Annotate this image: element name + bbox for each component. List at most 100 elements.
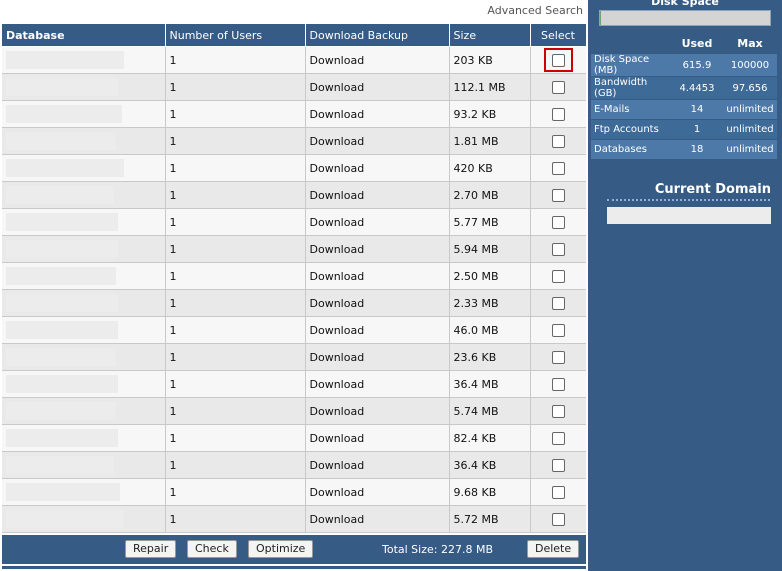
download-backup-link[interactable]: Download [305,289,450,317]
select-checkbox-wrapper[interactable] [545,454,572,476]
download-backup-link[interactable]: Download [305,46,450,74]
select-checkbox[interactable] [551,161,565,175]
download-link-label[interactable]: Download [310,162,365,175]
select-checkbox[interactable] [551,188,565,202]
stats-label: Bandwidth (GB) [591,76,671,100]
select-checkbox-wrapper[interactable] [545,346,572,368]
select-checkbox-wrapper[interactable] [545,427,572,449]
select-checkbox[interactable] [551,215,565,229]
select-cell [530,73,586,101]
redacted-database-name [6,429,118,447]
database-name-cell [2,505,166,533]
download-link-label[interactable]: Download [310,135,365,148]
select-checkbox[interactable] [551,107,565,121]
download-backup-link[interactable]: Download [305,100,450,128]
select-checkbox[interactable] [551,323,565,337]
download-link-label[interactable]: Download [310,270,365,283]
users-cell: 1 [165,235,306,263]
download-backup-link[interactable]: Download [305,154,450,182]
select-checkbox-wrapper[interactable] [545,400,572,422]
download-link-label[interactable]: Download [310,81,365,94]
select-checkbox-wrapper[interactable] [545,292,572,314]
select-cell [530,289,586,317]
download-backup-link[interactable]: Download [305,478,450,506]
download-link-label[interactable]: Download [310,486,365,499]
select-checkbox[interactable] [551,296,565,310]
select-checkbox-wrapper[interactable] [545,76,572,98]
stats-row: Ftp Accounts 1 unlimited [591,119,777,140]
check-button[interactable]: Check [187,540,237,558]
download-link-label[interactable]: Download [310,513,365,526]
select-checkbox[interactable] [551,350,565,364]
download-backup-link[interactable]: Download [305,316,450,344]
column-header-size[interactable]: Size [449,24,531,47]
select-checkbox[interactable] [551,431,565,445]
advanced-search-link[interactable]: Advanced Search [487,4,583,17]
select-checkbox[interactable] [551,53,565,67]
users-cell: 1 [165,46,306,74]
download-backup-link[interactable]: Download [305,397,450,425]
download-link-label[interactable]: Download [310,189,365,202]
redacted-database-name [6,159,124,177]
delete-button[interactable]: Delete [527,540,580,558]
select-checkbox-wrapper[interactable] [545,103,572,125]
redacted-database-name [6,240,118,258]
select-checkbox[interactable] [551,512,565,526]
select-checkbox-wrapper[interactable] [545,319,572,341]
optimize-button[interactable]: Optimize [248,540,314,558]
select-checkbox[interactable] [551,269,565,283]
select-checkbox-wrapper[interactable] [543,48,573,72]
download-backup-link[interactable]: Download [305,235,450,263]
download-backup-link[interactable]: Download [305,370,450,398]
select-checkbox[interactable] [551,485,565,499]
select-checkbox-wrapper[interactable] [545,265,572,287]
database-name-cell [2,235,166,263]
download-link-label[interactable]: Download [310,405,365,418]
database-name-cell [2,478,166,506]
download-backup-link[interactable]: Download [305,181,450,209]
select-checkbox-wrapper[interactable] [545,508,572,530]
download-link-label[interactable]: Download [310,108,365,121]
download-link-label[interactable]: Download [310,216,365,229]
download-link-label[interactable]: Download [310,459,365,472]
size-cell: 5.74 MB [449,397,531,425]
select-checkbox-wrapper[interactable] [545,373,572,395]
users-cell: 1 [165,154,306,182]
download-backup-link[interactable]: Download [305,343,450,371]
download-link-label[interactable]: Download [310,54,365,67]
column-header-users[interactable]: Number of Users [165,24,306,47]
download-backup-link[interactable]: Download [305,451,450,479]
select-checkbox[interactable] [551,458,565,472]
select-checkbox[interactable] [551,404,565,418]
stats-max: 100000 [723,54,777,77]
download-link-label[interactable]: Download [310,378,365,391]
select-checkbox-wrapper[interactable] [545,157,572,179]
download-backup-link[interactable]: Download [305,208,450,236]
select-checkbox-wrapper[interactable] [545,211,572,233]
select-checkbox-wrapper[interactable] [545,184,572,206]
column-header-database[interactable]: Database [2,24,166,47]
repair-button[interactable]: Repair [125,540,177,558]
download-link-label[interactable]: Download [310,297,365,310]
download-link-label[interactable]: Download [310,351,365,364]
download-link-label[interactable]: Download [310,432,365,445]
database-name-cell [2,370,166,398]
size-cell: 36.4 MB [449,370,531,398]
select-checkbox-wrapper[interactable] [545,238,572,260]
download-link-label[interactable]: Download [310,243,365,256]
download-backup-link[interactable]: Download [305,424,450,452]
download-backup-link[interactable]: Download [305,73,450,101]
select-checkbox[interactable] [551,80,565,94]
size-cell: 46.0 MB [449,316,531,344]
download-backup-link[interactable]: Download [305,505,450,533]
download-backup-link[interactable]: Download [305,127,450,155]
select-checkbox[interactable] [551,242,565,256]
select-checkbox[interactable] [551,377,565,391]
select-checkbox-wrapper[interactable] [545,130,572,152]
select-checkbox[interactable] [551,134,565,148]
stats-header-max: Max [737,36,763,50]
download-backup-link[interactable]: Download [305,262,450,290]
download-link-label[interactable]: Download [310,324,365,337]
select-cell [530,478,586,506]
select-checkbox-wrapper[interactable] [545,481,572,503]
